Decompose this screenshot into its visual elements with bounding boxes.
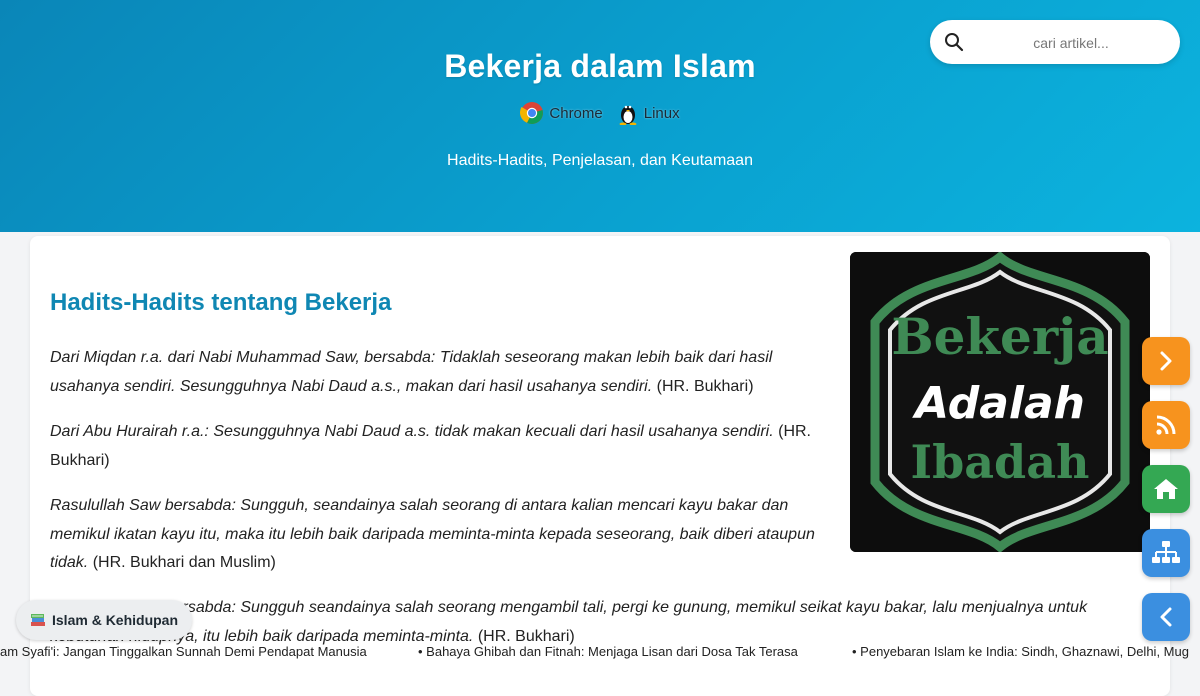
env-chrome: Chrome <box>520 101 603 125</box>
search-input[interactable] <box>974 30 1168 56</box>
news-ticker: am Syafi'i: Jangan Tinggalkan Sunnah Dem… <box>0 640 1200 666</box>
home-button[interactable] <box>1142 465 1190 513</box>
ticker-item[interactable]: am Syafi'i: Jangan Tinggalkan Sunnah Dem… <box>0 644 367 659</box>
chrome-icon <box>520 102 544 124</box>
category-label: Islam & Kehidupan <box>52 612 179 628</box>
home-icon <box>1154 479 1178 499</box>
hadith-paragraph: Dari Abu Hurairah r.a.: Sesungguhnya Nab… <box>50 418 830 475</box>
linux-tux-icon <box>619 105 637 125</box>
hadith-source: (HR. Bukhari dan Muslim) <box>92 554 276 571</box>
search-box[interactable] <box>930 20 1180 64</box>
hero-text-adalah: Adalah <box>912 378 1085 429</box>
next-button[interactable] <box>1142 337 1190 385</box>
rss-button[interactable] <box>1142 401 1190 449</box>
books-icon <box>31 614 45 626</box>
site-subtitle: Hadits-Hadits, Penjelasan, dan Keutamaan <box>447 152 753 169</box>
hadith-source: (HR. Bukhari) <box>656 377 754 395</box>
ticker-item[interactable]: • Bahaya Ghibah dan Fitnah: Menjaga Lisa… <box>418 644 798 659</box>
sitemap-button[interactable] <box>1142 529 1190 577</box>
chevron-right-icon <box>1160 351 1172 371</box>
back-button[interactable] <box>1142 593 1190 641</box>
chevron-left-icon <box>1160 607 1172 627</box>
hero-text-bekerja: Bekerja <box>891 307 1108 366</box>
category-badge[interactable]: Islam & Kehidupan <box>16 600 193 640</box>
env-linux-label: Linux <box>643 104 680 122</box>
article-hero-image: Bekerja Adalah Ibadah <box>850 252 1150 552</box>
env-chrome-label: Chrome <box>549 104 603 122</box>
env-linux: Linux <box>617 101 680 125</box>
search-icon <box>945 33 964 52</box>
ticker-item[interactable]: • Penyebaran Islam ke India: Sindh, Ghaz… <box>852 644 1189 659</box>
environment-badges: Chrome Linux <box>0 101 1200 125</box>
sitemap-icon <box>1152 541 1180 563</box>
hadith-paragraph: Dari Miqdan r.a. dari Nabi Muhammad Saw,… <box>50 344 810 401</box>
rss-icon <box>1156 415 1176 435</box>
bekerja-adalah-ibadah-image: Bekerja Adalah Ibadah <box>850 252 1150 552</box>
hadith-paragraph: Rasulullah Saw bersabda: Sungguh, seanda… <box>50 492 830 578</box>
hero-text-ibadah: Ibadah <box>911 435 1090 489</box>
hadith-quote: Dari Abu Hurairah r.a.: Sesungguhnya Nab… <box>50 423 774 440</box>
article-heading: Hadits-Hadits tentang Bekerja <box>50 289 392 316</box>
